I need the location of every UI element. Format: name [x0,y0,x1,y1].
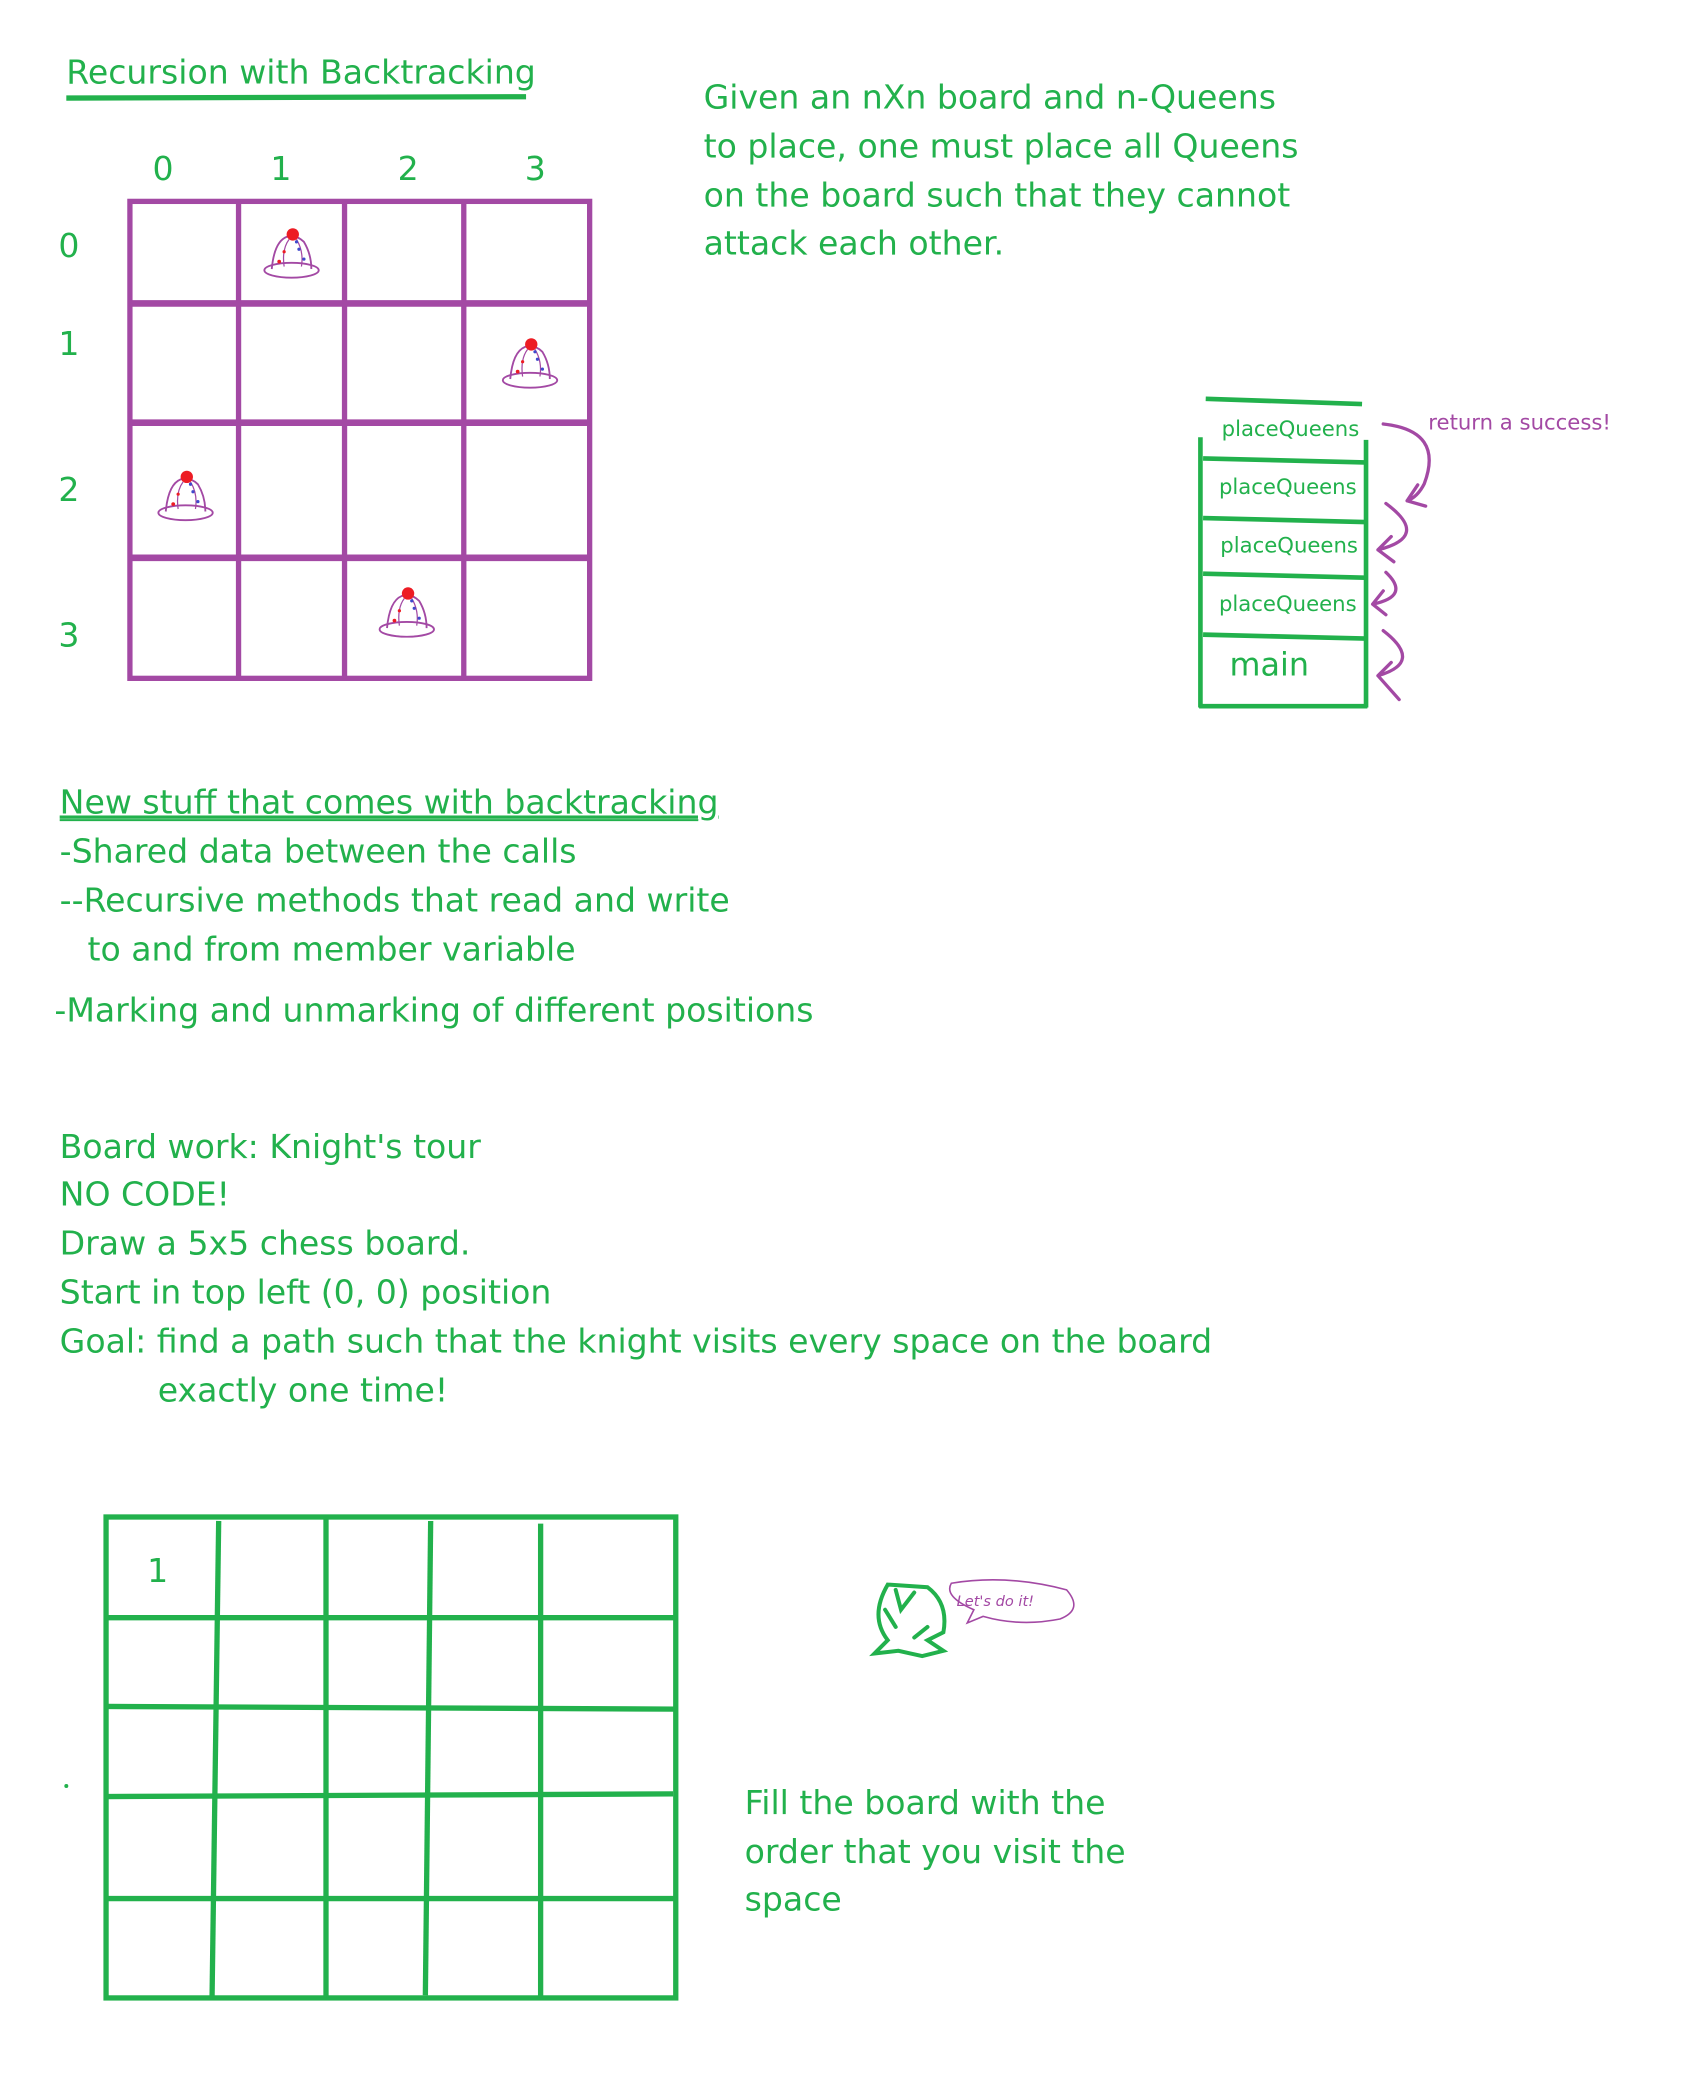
queens-board: 0 1 2 3 0 1 2 3 [58,149,593,681]
return-arrows [1370,422,1431,702]
dinosaur-doodle-icon [869,1582,949,1659]
whiteboard-canvas: Recursion with Backtracking Given an nXn… [54,52,1611,2001]
speech-text: Let's do it! [957,1593,1034,1610]
queen-piece-icon [263,227,320,279]
speech-bubble: Let's do it! [948,1579,1075,1625]
intro-line: on the board such that they cannot [704,176,1291,215]
col-label: 2 [398,149,419,188]
intro-line: attack each other. [704,223,1005,262]
queen-piece-icon [501,337,559,389]
note-line: -Marking and unmarking of different posi… [54,990,813,1029]
intro-line: Given an nXn board and n-Queens [704,78,1276,117]
stack-frame: placeQueens [1222,416,1360,441]
stack-frame-main: main [1230,647,1309,684]
row-label: 3 [58,616,79,655]
note-line: -Shared data between the calls [60,832,577,871]
note-line: exactly one time! [158,1371,448,1410]
queen-piece-icon [157,469,214,522]
return-annotation: return a success! [1428,409,1611,434]
note-line: Start in top left (0, 0) position [60,1273,552,1312]
stack-frame: placeQueens [1219,591,1357,616]
note-line: space [745,1879,842,1918]
row-label: 1 [58,324,79,363]
row-label: 0 [58,226,79,265]
board-work-section: Board work: Knight's tour NO CODE! Draw … [60,1127,1212,1410]
knight-first-cell: 1 [147,1551,168,1590]
intro-line: to place, one must place all Queens [704,127,1299,166]
stack-frame: placeQueens [1219,474,1357,499]
note-line: NO CODE! [60,1175,230,1214]
col-label: 0 [152,149,173,188]
queen-piece-icon [378,586,435,638]
fill-note: Fill the board with the order that you v… [745,1783,1126,1919]
section-heading: New stuff that comes with backtracking [60,782,719,821]
col-label: 1 [270,149,291,188]
call-stack: placeQueens placeQueens placeQueens plac… [1198,396,1611,709]
note-line: --Recursive methods that read and write [60,881,730,920]
note-line: Draw a 5x5 chess board. [60,1224,471,1263]
new-stuff-section: New stuff that comes with backtracking -… [54,782,813,1029]
col-label: 3 [525,149,546,188]
intro-text: Given an nXn board and n-Queens to place… [704,78,1299,263]
page-title: Recursion with Backtracking [66,52,536,91]
row-label: 2 [58,470,79,509]
note-line: order that you visit the [745,1832,1126,1871]
note-line: Goal: find a path such that the knight v… [60,1322,1212,1361]
stack-frame: placeQueens [1220,532,1358,557]
note-line: Fill the board with the [745,1783,1106,1822]
note-line: to and from member variable [88,930,576,969]
note-line: Board work: Knight's tour [60,1127,482,1166]
title-underline [66,94,527,101]
knight-board: 1 [103,1514,679,2001]
stray-dot [64,1783,69,1788]
